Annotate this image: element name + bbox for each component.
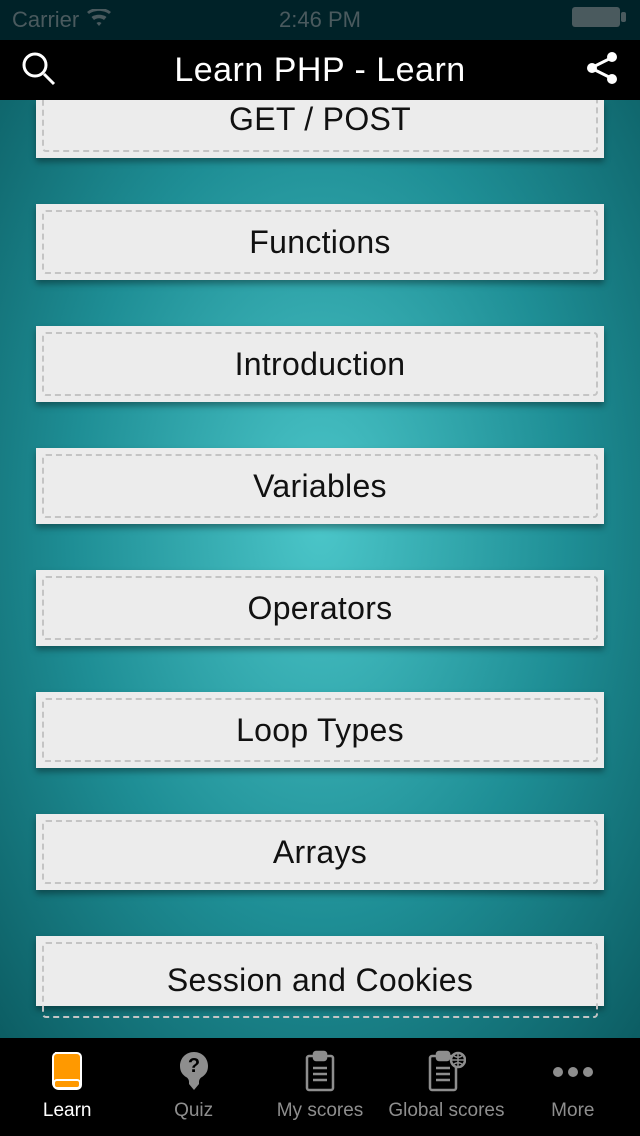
tab-more[interactable]: More	[510, 1052, 636, 1122]
topic-list: GET / POST Functions Introduction Variab…	[0, 100, 640, 1038]
svg-text:?: ?	[188, 1055, 200, 1077]
tab-learn[interactable]: Learn	[4, 1052, 130, 1122]
more-icon	[551, 1063, 595, 1085]
tab-label: Quiz	[174, 1100, 213, 1122]
tab-quiz[interactable]: ? Quiz	[130, 1052, 256, 1122]
tab-global-scores[interactable]: Global scores	[383, 1052, 509, 1122]
topic-label: Session and Cookies	[167, 962, 473, 999]
status-right	[572, 6, 628, 34]
topic-label: GET / POST	[229, 101, 411, 138]
carrier-label: Carrier	[12, 7, 79, 33]
clipboard-icon	[303, 1050, 337, 1098]
tab-label: Learn	[43, 1100, 92, 1122]
status-time: 2:46 PM	[279, 7, 361, 33]
status-left: Carrier	[12, 7, 111, 33]
topic-label: Loop Types	[236, 712, 404, 749]
tab-my-scores[interactable]: My scores	[257, 1052, 383, 1122]
topic-item[interactable]: Loop Types	[36, 692, 604, 768]
wifi-icon	[87, 7, 111, 33]
tab-label: My scores	[277, 1100, 364, 1122]
topic-item[interactable]: Functions	[36, 204, 604, 280]
tab-label: More	[551, 1100, 594, 1122]
app-header: Learn PHP - Learn	[0, 40, 640, 100]
topic-label: Operators	[248, 590, 393, 627]
search-button[interactable]	[16, 48, 60, 92]
topic-label: Functions	[249, 224, 390, 261]
topic-label: Variables	[253, 468, 387, 505]
tab-label: Global scores	[388, 1100, 504, 1122]
question-icon: ?	[176, 1050, 212, 1098]
battery-icon	[572, 6, 628, 34]
book-icon	[49, 1051, 85, 1097]
topic-item[interactable]: GET / POST	[36, 100, 604, 158]
topic-label: Introduction	[235, 346, 406, 383]
tab-bar: Learn ? Quiz My scores Global scores Mor…	[0, 1038, 640, 1136]
topic-item[interactable]: Session and Cookies	[36, 936, 604, 1006]
share-icon	[583, 49, 621, 92]
topic-item[interactable]: Introduction	[36, 326, 604, 402]
clipboard-globe-icon	[426, 1050, 466, 1098]
share-button[interactable]	[580, 48, 624, 92]
topic-item[interactable]: Operators	[36, 570, 604, 646]
topic-item[interactable]: Variables	[36, 448, 604, 524]
topic-item[interactable]: Arrays	[36, 814, 604, 890]
topic-label: Arrays	[273, 834, 367, 871]
page-title: Learn PHP - Learn	[174, 51, 465, 90]
status-bar: Carrier 2:46 PM	[0, 0, 640, 40]
search-icon	[19, 49, 57, 92]
